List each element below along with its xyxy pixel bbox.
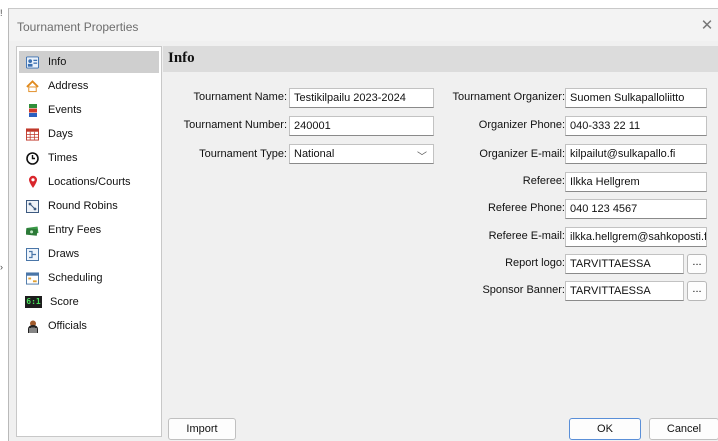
organizer-phone-label: Organizer Phone: <box>478 119 565 131</box>
referee-phone-label: Referee Phone: <box>487 202 565 214</box>
sidebar-item-label: Info <box>48 56 67 68</box>
sidebar-item-scheduling[interactable]: Scheduling <box>19 267 159 289</box>
organizer-email-label: Organizer E-mail: <box>479 148 565 160</box>
tournament-type-label: Tournament Type: <box>199 148 287 160</box>
round-robin-icon <box>26 199 39 213</box>
sidebar-item-info[interactable]: Info <box>19 51 159 73</box>
sidebar-item-events[interactable]: Events <box>19 99 159 121</box>
sidebar-item-label: Times <box>48 152 78 164</box>
referee-field[interactable]: Ilkka Hellgrem <box>565 172 707 192</box>
info-panel-header: Info <box>163 46 718 72</box>
info-card-icon <box>26 55 39 69</box>
organizer-phone-field[interactable]: 040-333 22 11 <box>565 116 707 136</box>
official-icon <box>26 320 39 333</box>
sidebar-item-round-robins[interactable]: Round Robins <box>19 195 159 217</box>
sidebar-item-entry-fees[interactable]: Entry Fees <box>19 219 159 241</box>
chevron-down-icon: ﹀ <box>417 152 427 163</box>
window-title: Tournament Properties <box>17 20 139 34</box>
edge-glyph-top: ! <box>0 8 3 18</box>
title-bar: Tournament Properties ✕ <box>9 9 718 41</box>
tournament-organizer-field[interactable]: Suomen Sulkapalloliitto <box>565 88 707 108</box>
report-logo-field[interactable]: TARVITTAESSA <box>565 254 684 274</box>
sponsor-banner-field[interactable]: TARVITTAESSA <box>565 281 684 301</box>
sidebar-item-label: Entry Fees <box>48 224 102 236</box>
sidebar: Info Address Events Days Times Locations… <box>16 46 162 437</box>
edge-glyph-mid: › <box>0 262 3 272</box>
ok-button[interactable]: OK <box>569 418 641 440</box>
referee-email-field[interactable]: ilkka.hellgrem@sahkoposti.fi <box>565 227 707 247</box>
report-logo-browse-button[interactable]: ... <box>687 254 707 274</box>
sidebar-item-label: Score <box>50 296 79 308</box>
referee-email-label: Referee E-mail: <box>488 230 565 242</box>
report-logo-label: Report logo: <box>505 257 565 269</box>
tournament-type-select[interactable]: National ﹀ <box>289 144 434 164</box>
sidebar-item-draws[interactable]: Draws <box>19 243 159 265</box>
calendar-icon <box>26 127 39 141</box>
sidebar-item-label: Locations/Courts <box>48 176 131 188</box>
organizer-email-field[interactable]: kilpailut@sulkapallo.fi <box>565 144 707 164</box>
tournament-number-label: Tournament Number: <box>183 119 287 131</box>
sidebar-item-times[interactable]: Times <box>19 147 159 169</box>
sidebar-item-label: Officials <box>48 320 87 332</box>
tournament-type-value: National <box>294 148 335 160</box>
referee-phone-field[interactable]: 040 123 4567 <box>565 199 707 219</box>
location-pin-icon <box>26 175 39 189</box>
tournament-organizer-label: Tournament Organizer: <box>452 91 566 103</box>
scoreboard-icon: 6:1 <box>25 296 42 308</box>
tournament-properties-dialog: Tournament Properties ✕ Info Address Eve… <box>8 8 718 441</box>
tournament-number-field[interactable]: 240001 <box>289 116 434 136</box>
sidebar-item-officials[interactable]: Officials <box>19 315 159 337</box>
sidebar-item-label: Events <box>48 104 82 116</box>
close-icon[interactable]: ✕ <box>696 15 718 37</box>
sponsor-banner-label: Sponsor Banner: <box>482 284 565 296</box>
tournament-name-field[interactable]: Testikilpailu 2023-2024 <box>289 88 434 108</box>
sidebar-item-address[interactable]: Address <box>19 75 159 97</box>
clock-icon <box>26 151 39 165</box>
sidebar-item-days[interactable]: Days <box>19 123 159 145</box>
panel-title: Info <box>168 50 195 66</box>
money-icon <box>26 224 39 237</box>
sidebar-item-locations-courts[interactable]: Locations/Courts <box>19 171 159 193</box>
house-icon <box>26 79 39 93</box>
book-stack-icon <box>26 103 39 117</box>
sidebar-item-label: Draws <box>48 248 80 260</box>
tournament-name-label: Tournament Name: <box>193 91 287 103</box>
scheduling-icon <box>26 271 39 285</box>
draw-icon <box>26 247 39 261</box>
import-button[interactable]: Import <box>168 418 236 440</box>
sidebar-item-label: Scheduling <box>48 272 103 284</box>
referee-label: Referee: <box>522 175 565 187</box>
sidebar-item-label: Days <box>48 128 74 140</box>
cancel-button[interactable]: Cancel <box>649 418 718 440</box>
sidebar-item-score[interactable]: 6:1 Score <box>19 291 159 313</box>
sidebar-item-label: Address <box>48 80 89 92</box>
sponsor-banner-browse-button[interactable]: ... <box>687 281 707 301</box>
sidebar-item-label: Round Robins <box>48 200 118 212</box>
